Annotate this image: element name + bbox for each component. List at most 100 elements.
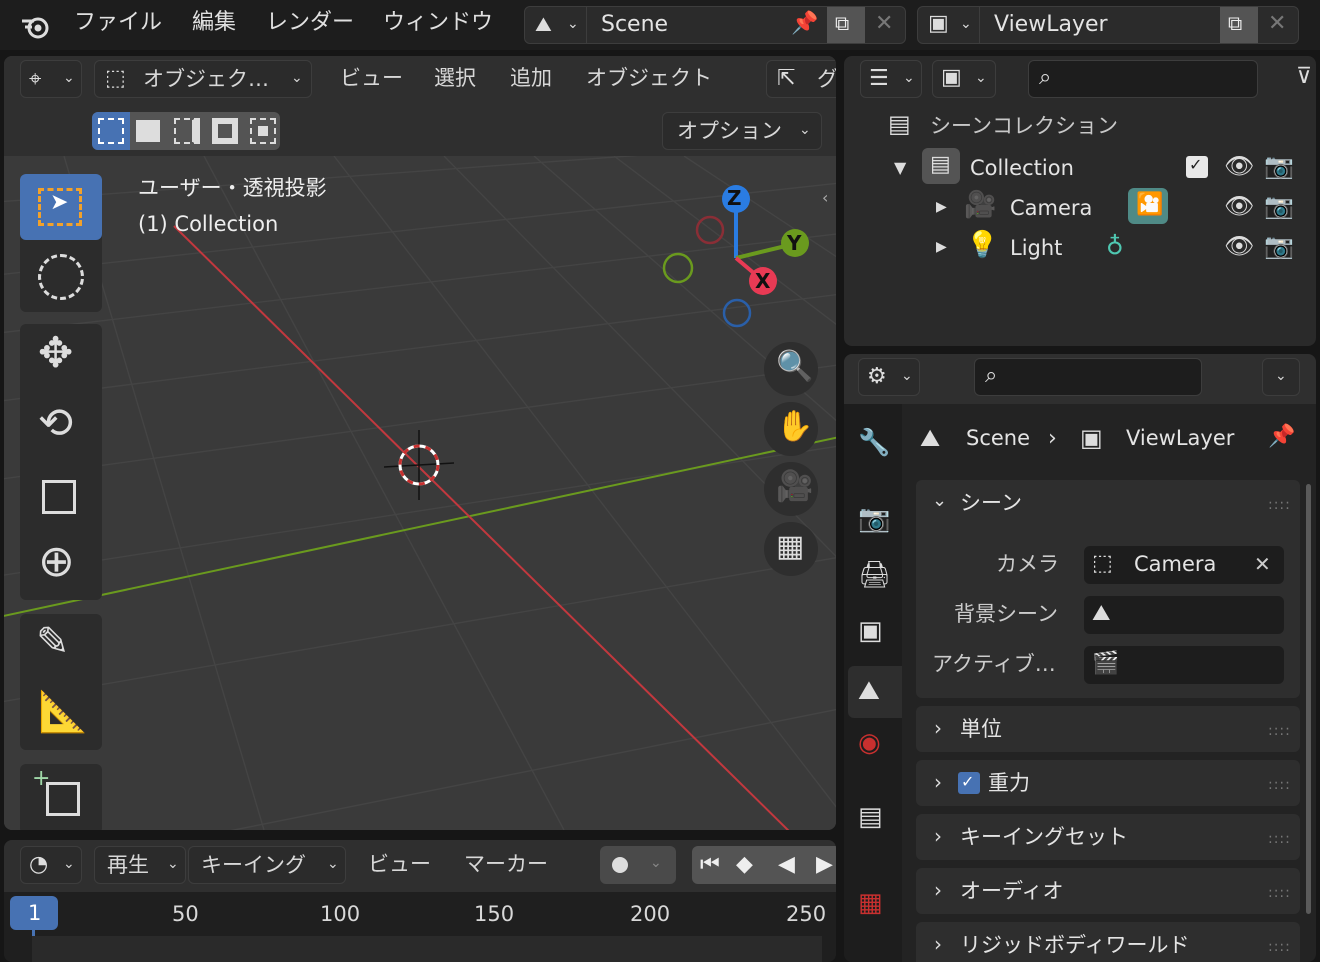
active-clip-field[interactable]: 🎬 (1084, 646, 1284, 684)
tab-tool[interactable]: 🔧 (858, 430, 890, 456)
render-camera-icon[interactable]: 📷 (1264, 234, 1294, 258)
drag-grip-icon[interactable]: :::: (1268, 778, 1291, 792)
menu-object[interactable]: オブジェクト (586, 68, 712, 89)
add-cube-tool-button[interactable]: + (20, 764, 102, 830)
frame-ruler[interactable]: 1 50 100 150 200 250 (4, 892, 836, 962)
menu-render[interactable]: レンダー (266, 12, 354, 34)
tab-output[interactable]: 🖨 (858, 562, 891, 588)
drag-grip-icon[interactable]: :::: (1268, 724, 1291, 738)
outliner-item-light[interactable]: ▶ 💡 Light ♁ 👁 📷 (928, 228, 1304, 268)
eye-icon[interactable]: 👁 (1224, 234, 1254, 258)
pin-icon[interactable]: 📌 (1268, 426, 1295, 448)
audio-panel[interactable]: › オーディオ :::: (916, 868, 1300, 914)
tab-collection[interactable]: ▤ (858, 804, 883, 830)
select-mode-intersect-button[interactable] (244, 112, 280, 150)
menu-view[interactable]: ビュー (340, 68, 403, 89)
scale-tool-button[interactable] (20, 464, 102, 530)
menu-add[interactable]: 追加 (510, 68, 552, 89)
drag-grip-icon[interactable]: :::: (1268, 832, 1291, 846)
camera-field[interactable]: ⬚ Camera ✕ (1084, 546, 1284, 584)
display-mode-button[interactable]: ▣ ⌄ (932, 60, 996, 98)
background-scene-field[interactable]: ⛰ (1084, 596, 1284, 634)
select-mode-invert-button[interactable] (206, 112, 244, 150)
transform-tool-button[interactable]: ⊕ (20, 534, 102, 600)
options-dropdown[interactable]: オプション ⌄ (662, 112, 822, 150)
filter-icon[interactable]: ⊽ (1296, 66, 1312, 88)
tab-texture[interactable]: ▦ (858, 890, 883, 916)
cursor-tool-button[interactable] (20, 244, 102, 310)
camera-view-button[interactable]: 🎥 (764, 462, 818, 516)
jump-keyframe-icon[interactable]: ◆ (736, 854, 753, 876)
scene-browse-button[interactable]: ⛰ ⌄ (525, 7, 587, 43)
tab-render[interactable]: 📷 (858, 506, 890, 532)
annotate-tool-button[interactable]: ✎ (20, 614, 102, 680)
gravity-checkbox[interactable]: ✓ (958, 772, 980, 794)
scene-name-field[interactable]: Scene (601, 14, 668, 36)
move-tool-button[interactable]: ✥ (20, 324, 102, 390)
3d-cursor[interactable] (383, 430, 455, 500)
properties-scrollbar[interactable] (1306, 484, 1311, 914)
collection-row[interactable]: ▼ ▤ Collection ✓ 👁 📷 (884, 148, 1304, 188)
select-mode-extend-button[interactable] (130, 112, 168, 150)
keying-dropdown[interactable]: キーイング ⌄ (188, 846, 346, 884)
perspective-toggle-button[interactable]: ▦ (764, 522, 818, 576)
select-box-tool-button[interactable]: ➤ (20, 174, 102, 240)
close-icon[interactable]: ✕ (1254, 554, 1271, 574)
pan-button[interactable]: ✋ (764, 402, 818, 456)
blender-logo-icon[interactable] (20, 12, 52, 40)
properties-options-button[interactable]: ⌄ (1262, 358, 1300, 396)
drag-grip-icon[interactable]: :::: (1268, 940, 1291, 954)
outliner-search-input[interactable]: ⌕ (1028, 60, 1258, 98)
rotate-tool-button[interactable]: ⟲ (20, 394, 102, 460)
outliner-editor-type-button[interactable]: ☰ ⌄ (860, 60, 922, 98)
menu-window[interactable]: ウィンドウ (383, 12, 493, 34)
mode-dropdown[interactable]: ⬚ オブジェク… ⌄ (94, 60, 312, 98)
camera-data-button[interactable]: 🎦 (1128, 188, 1168, 224)
pin-icon[interactable]: 📌 (791, 13, 818, 35)
transform-orientation-button[interactable]: ⇱ グ (766, 60, 836, 98)
menu-file[interactable]: ファイル (74, 12, 162, 34)
close-icon[interactable]: ✕ (1268, 13, 1286, 35)
select-mode-subtract-button[interactable] (168, 112, 206, 150)
current-frame-indicator[interactable]: 1 (10, 896, 58, 930)
play-icon[interactable]: ▶ (816, 854, 833, 876)
properties-editor-type-button[interactable]: ⚙ ⌄ (858, 358, 920, 396)
eye-icon[interactable]: 👁 (1224, 154, 1254, 178)
expand-arrow-icon[interactable]: ▶ (936, 200, 947, 214)
timeline-menu-view[interactable]: ビュー (368, 854, 431, 875)
new-scene-button[interactable]: ⧉ (827, 7, 865, 43)
viewlayer-browse-button[interactable]: ▣ ⌄ (918, 7, 980, 43)
jump-start-icon[interactable]: ⏮ (700, 854, 720, 876)
scene-collection-label[interactable]: シーンコレクション (930, 116, 1118, 137)
menu-edit[interactable]: 編集 (192, 12, 236, 34)
render-camera-icon[interactable]: 📷 (1264, 154, 1294, 178)
render-camera-icon[interactable]: 📷 (1264, 194, 1294, 218)
units-panel[interactable]: › 単位 :::: (916, 706, 1300, 752)
sidebar-toggle-icon[interactable]: ‹ (822, 190, 828, 206)
properties-search-input[interactable]: ⌕ (974, 358, 1202, 396)
scene-panel-header[interactable]: ⌄ シーン :::: (916, 480, 1300, 526)
tab-view-layer[interactable]: ▣ (858, 618, 883, 644)
menu-select[interactable]: 選択 (434, 68, 476, 89)
keying-sets-panel[interactable]: › キーイングセット :::: (916, 814, 1300, 860)
outliner-item-camera[interactable]: ▶ 🎥 Camera 🎦 👁 📷 (928, 188, 1304, 228)
select-mode-new-button[interactable] (92, 112, 130, 150)
expand-arrow-icon[interactable]: ▼ (894, 160, 906, 176)
chevron-down-icon[interactable]: ⌄ (650, 856, 662, 870)
rigid-body-world-panel[interactable]: › リジッドボディワールド :::: (916, 922, 1300, 962)
navigation-gizmo[interactable]: Z Y X (656, 182, 816, 332)
timeline-menu-marker[interactable]: マーカー (464, 854, 548, 875)
new-viewlayer-button[interactable]: ⧉ (1220, 7, 1258, 43)
editor-type-button[interactable]: ⌖ ⌄ (20, 60, 82, 98)
drag-grip-icon[interactable]: :::: (1268, 886, 1291, 900)
light-data-icon[interactable]: ♁ (1106, 234, 1124, 258)
drag-grip-icon[interactable]: :::: (1268, 498, 1291, 512)
tab-world[interactable]: ◉ (858, 730, 881, 756)
playback-dropdown[interactable]: 再生 ⌄ (94, 846, 186, 884)
measure-tool-button[interactable]: 📐 (20, 684, 102, 750)
viewlayer-name-field[interactable]: ViewLayer (994, 14, 1108, 36)
play-reverse-icon[interactable]: ◀ (778, 854, 795, 876)
close-icon[interactable]: ✕ (875, 13, 893, 35)
eye-icon[interactable]: 👁 (1224, 194, 1254, 218)
zoom-button[interactable]: 🔍 (764, 342, 818, 396)
